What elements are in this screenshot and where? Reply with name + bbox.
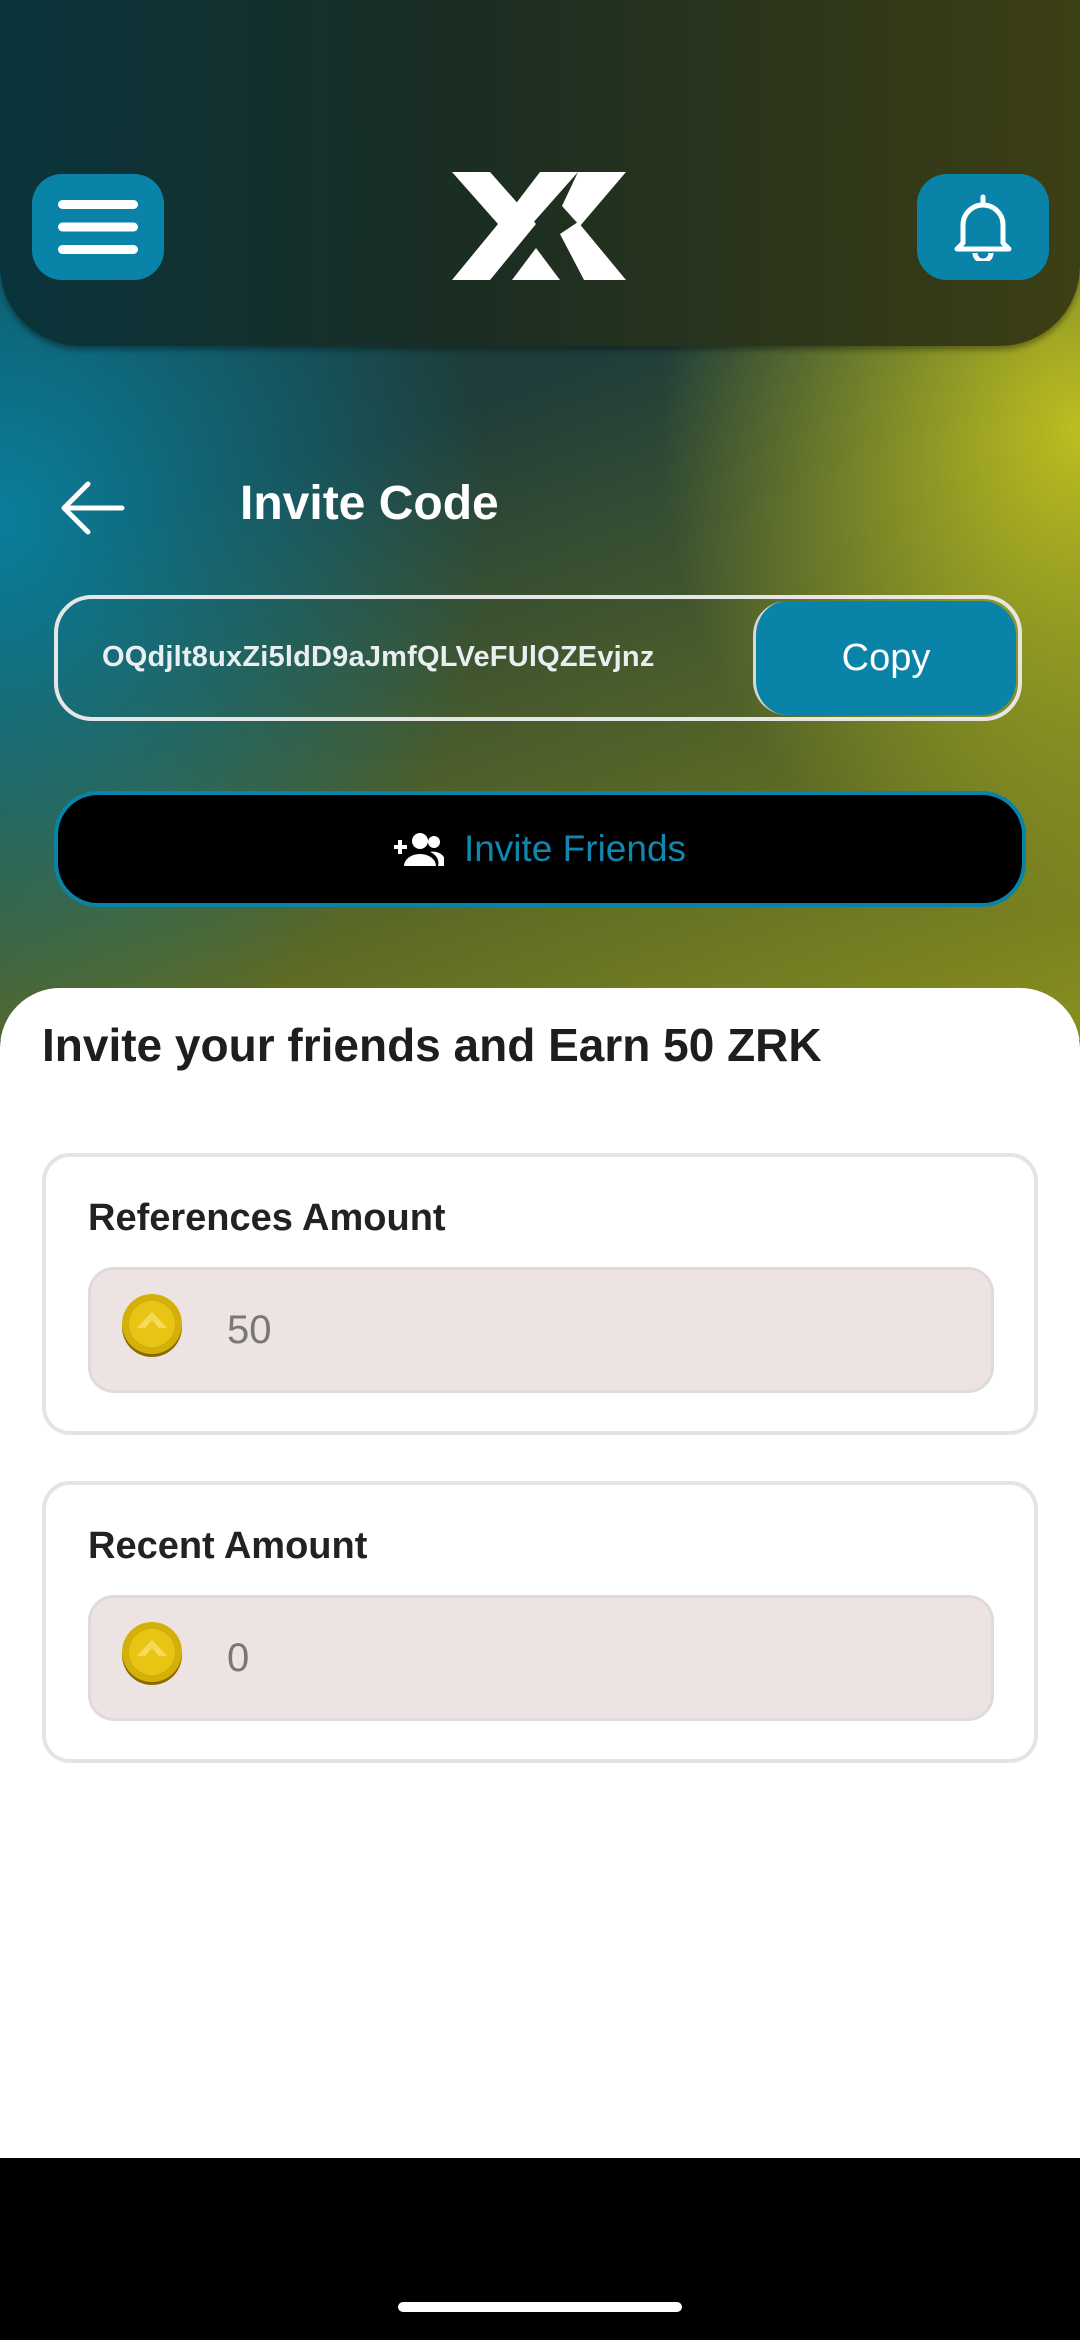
references-amount-label: References Amount: [88, 1197, 446, 1239]
recent-amount-label: Recent Amount: [88, 1525, 368, 1567]
recent-amount-card: Recent Amount 0: [42, 1481, 1038, 1763]
page-title: Invite Code: [240, 477, 499, 530]
system-nav-bar: [0, 2158, 1080, 2340]
top-app-bar: [0, 0, 1080, 346]
recent-amount-field: 0: [88, 1595, 994, 1721]
coin-icon: [122, 1294, 182, 1357]
references-amount-value: 50: [227, 1308, 272, 1352]
references-amount-field: 50: [88, 1267, 994, 1393]
invite-code-field: OQdjlt8uxZi5ldD9aJmfQLVeFUlQZEvjnz Copy: [54, 595, 1022, 721]
copy-button[interactable]: Copy: [753, 601, 1016, 715]
references-amount-card: References Amount 50: [42, 1153, 1038, 1435]
invite-friends-button[interactable]: Invite Friends: [54, 791, 1026, 907]
coin-icon: [122, 1622, 182, 1685]
zk-logo: [452, 172, 626, 280]
hamburger-menu-icon: [58, 200, 138, 254]
invite-friends-label: Invite Friends: [463, 828, 687, 869]
notifications-button[interactable]: [917, 174, 1049, 280]
recent-amount-value: 0: [227, 1636, 250, 1680]
arrow-left-icon[interactable]: [58, 478, 128, 538]
rewards-headline: Invite your friends and Earn 50 ZRK: [42, 1019, 822, 1071]
bell-icon: [954, 194, 1012, 261]
invite-code-text: OQdjlt8uxZi5ldD9aJmfQLVeFUlQZEvjnz: [102, 641, 655, 673]
person-add-icon: [393, 833, 444, 866]
home-indicator[interactable]: [398, 2302, 682, 2312]
menu-button[interactable]: [32, 174, 164, 280]
